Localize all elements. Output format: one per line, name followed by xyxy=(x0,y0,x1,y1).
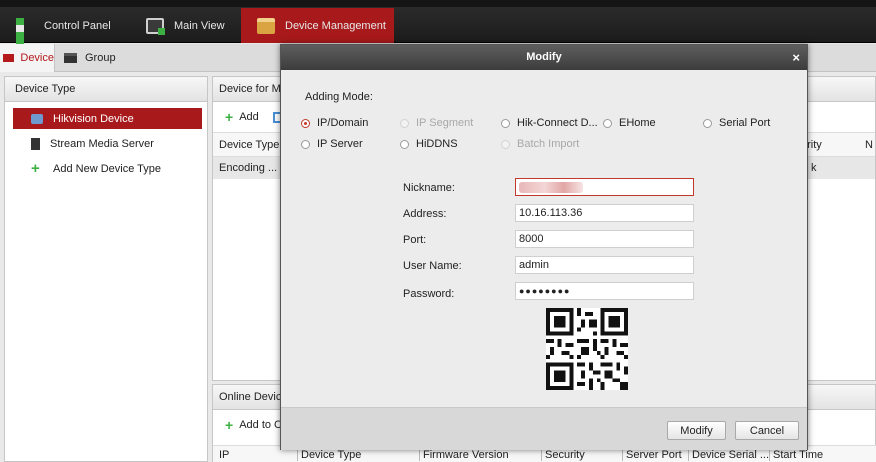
column-separator xyxy=(541,449,542,461)
nickname-label: Nickname: xyxy=(403,182,455,194)
column-separator xyxy=(769,449,770,461)
nickname-input[interactable] xyxy=(515,178,694,196)
tab-control-panel[interactable]: Control Panel xyxy=(16,8,111,46)
radio-icon xyxy=(703,118,712,128)
radio-ip-server[interactable]: IP Server xyxy=(301,138,363,150)
add-button[interactable]: Add xyxy=(239,111,259,123)
add-to-client-button[interactable]: Add to Cl xyxy=(239,419,284,431)
modify-button[interactable]: Modify xyxy=(667,421,726,440)
radio-hiddns[interactable]: HiDDNS xyxy=(400,138,458,150)
subtab-label: Group xyxy=(85,52,116,64)
radio-hik-connect[interactable]: Hik-Connect D... xyxy=(501,117,598,129)
radio-label: IP Server xyxy=(317,138,363,150)
radio-icon xyxy=(400,118,409,128)
device-type-label: Add New Device Type xyxy=(53,162,162,175)
radio-checked-icon xyxy=(301,118,310,128)
window-edge xyxy=(0,0,876,7)
dialog-title-bar: Modify × xyxy=(281,45,807,70)
column-device-serial[interactable]: Device Serial ... xyxy=(692,449,769,461)
radio-batch-import[interactable]: Batch Import xyxy=(501,138,579,150)
cell-security: k xyxy=(811,162,817,174)
radio-label: Batch Import xyxy=(517,138,580,150)
subtab-group[interactable]: Group xyxy=(64,44,116,72)
radio-icon xyxy=(301,139,310,149)
column-separator xyxy=(297,449,298,461)
device-type-panel: Device Type Hikvision Device Stream Medi… xyxy=(4,76,208,462)
subtab-device[interactable]: Device xyxy=(0,44,55,72)
plus-icon: + xyxy=(225,109,234,125)
radio-icon xyxy=(400,139,409,149)
control-panel-icon xyxy=(16,17,34,46)
radio-icon xyxy=(501,139,510,149)
column-separator xyxy=(688,449,689,461)
column-separator xyxy=(419,449,420,461)
radio-icon xyxy=(603,118,612,128)
add-new-device-type[interactable]: + Add New Device Type xyxy=(13,158,202,179)
tab-main-view[interactable]: Main View xyxy=(146,8,225,43)
column-security[interactable]: Security xyxy=(545,449,585,461)
radio-icon xyxy=(501,118,510,128)
port-input[interactable] xyxy=(515,230,694,248)
address-input[interactable] xyxy=(515,204,694,222)
username-label: User Name: xyxy=(403,260,462,272)
column-firmware-version[interactable]: Firmware Version xyxy=(423,449,509,461)
redacted-nickname xyxy=(519,182,583,193)
radio-label: IP/Domain xyxy=(317,117,369,129)
subtab-label: Device xyxy=(20,52,54,64)
dialog-title: Modify xyxy=(526,51,562,63)
column-device-type[interactable]: Device Type xyxy=(301,449,361,461)
device-type-label: Hikvision Device xyxy=(53,112,134,125)
radio-ip-domain[interactable]: IP/Domain xyxy=(301,117,368,129)
top-nav-bar: Control Panel Main View Device Managemen… xyxy=(0,0,876,46)
device-type-stream-media-server[interactable]: Stream Media Server xyxy=(13,133,202,154)
radio-ip-segment[interactable]: IP Segment xyxy=(400,117,473,129)
column-separator xyxy=(622,449,623,461)
device-management-icon xyxy=(257,17,275,34)
hikvision-device-icon xyxy=(31,113,43,124)
radio-ehome[interactable]: EHome xyxy=(603,117,656,129)
radio-label: IP Segment xyxy=(416,117,474,129)
cell-device-type: Encoding ... xyxy=(219,162,278,174)
close-icon[interactable]: × xyxy=(792,45,800,70)
column-device-type[interactable]: Device Type xyxy=(219,139,279,151)
adding-mode-label: Adding Mode: xyxy=(305,91,373,103)
device-type-title: Device Type xyxy=(5,77,207,102)
password-label: Password: xyxy=(403,288,455,300)
folder-icon xyxy=(64,53,77,63)
device-icon xyxy=(3,54,15,62)
device-type-hikvision[interactable]: Hikvision Device xyxy=(13,108,202,129)
column-server-port[interactable]: Server Port xyxy=(626,449,682,461)
column-start-time[interactable]: Start Time xyxy=(773,449,823,461)
radio-label: Hik-Connect D... xyxy=(517,117,598,129)
tab-label: Main View xyxy=(174,19,225,32)
radio-label: HiDDNS xyxy=(416,138,458,150)
username-input[interactable] xyxy=(515,256,694,274)
cancel-button[interactable]: Cancel xyxy=(735,421,799,440)
radio-serial-port[interactable]: Serial Port xyxy=(703,117,770,129)
plus-icon: + xyxy=(31,159,40,177)
server-icon xyxy=(31,137,40,150)
dialog-footer: Modify Cancel xyxy=(281,407,807,450)
tab-label: Control Panel xyxy=(44,19,111,32)
radio-label: EHome xyxy=(619,117,656,129)
qr-code-image xyxy=(546,308,628,390)
tab-device-management[interactable]: Device Management xyxy=(241,8,394,43)
modify-dialog: Modify × Adding Mode: IP/Domain IP Segme… xyxy=(280,44,808,450)
main-view-icon xyxy=(146,17,165,35)
plus-icon: + xyxy=(225,417,234,433)
tab-label: Device Management xyxy=(285,19,386,32)
column-ip[interactable]: IP xyxy=(219,449,229,461)
port-label: Port: xyxy=(403,234,427,246)
device-type-label: Stream Media Server xyxy=(50,137,154,150)
password-input[interactable]: ●●●●●●●● xyxy=(515,282,694,300)
column-n[interactable]: N xyxy=(865,139,873,151)
address-label: Address: xyxy=(403,208,447,220)
radio-label: Serial Port xyxy=(719,117,771,129)
